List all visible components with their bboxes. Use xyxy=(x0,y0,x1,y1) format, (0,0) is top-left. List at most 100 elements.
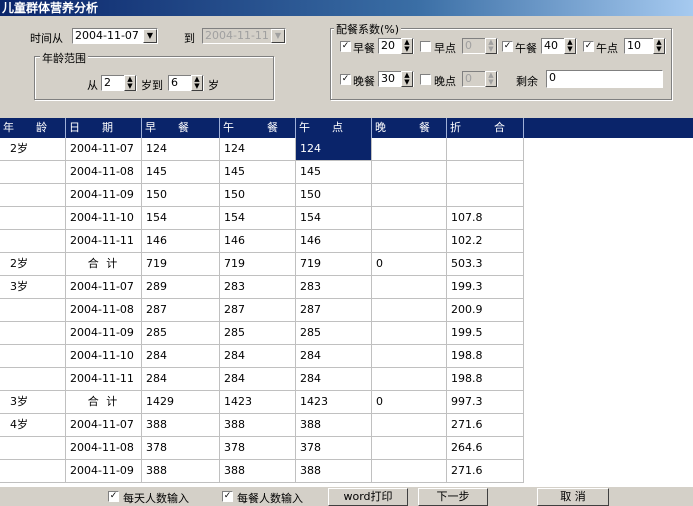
cell-lunch[interactable]: 124 xyxy=(220,138,296,161)
cell-age[interactable] xyxy=(0,184,66,207)
morning-snack-checkbox[interactable] xyxy=(420,41,431,52)
cell-afternoon-snack[interactable]: 388 xyxy=(296,414,372,437)
afternoon-snack-checkbox[interactable]: ✓ xyxy=(583,41,594,52)
cell-age[interactable] xyxy=(0,437,66,460)
cell-dinner[interactable] xyxy=(372,184,447,207)
cell-dinner[interactable] xyxy=(372,276,447,299)
cell-dinner[interactable] xyxy=(372,437,447,460)
cell-afternoon-snack[interactable]: 124 xyxy=(296,138,372,161)
cell-lunch[interactable]: 388 xyxy=(220,414,296,437)
cell-lunch[interactable]: 1423 xyxy=(220,391,296,414)
breakfast-spinner-icon[interactable]: ▲ ▼ xyxy=(401,38,413,54)
evening-snack-checkbox[interactable] xyxy=(420,74,431,85)
column-header-afternoon-snack[interactable]: 午 点 xyxy=(296,118,372,138)
cell-total[interactable]: 102.2 xyxy=(447,230,524,253)
dinner-spinner-icon[interactable]: ▲ ▼ xyxy=(401,71,413,87)
cell-breakfast[interactable]: 150 xyxy=(142,184,220,207)
cell-total[interactable]: 107.8 xyxy=(447,207,524,230)
cell-afternoon-snack[interactable]: 284 xyxy=(296,368,372,391)
cell-date[interactable]: 2004-11-08 xyxy=(66,299,142,322)
cell-date[interactable]: 2004-11-11 xyxy=(66,230,142,253)
cell-dinner[interactable] xyxy=(372,138,447,161)
cell-afternoon-snack[interactable]: 145 xyxy=(296,161,372,184)
cell-afternoon-snack[interactable]: 146 xyxy=(296,230,372,253)
cell-date[interactable]: 2004-11-11 xyxy=(66,368,142,391)
cell-afternoon-snack[interactable]: 285 xyxy=(296,322,372,345)
column-header-breakfast[interactable]: 早 餐 xyxy=(142,118,220,138)
cell-total[interactable]: 198.8 xyxy=(447,345,524,368)
cell-dinner[interactable] xyxy=(372,414,447,437)
cell-age[interactable] xyxy=(0,345,66,368)
evening-snack-spinner-icon[interactable]: ▲ ▼ xyxy=(485,71,497,87)
cell-total[interactable]: 199.5 xyxy=(447,322,524,345)
cancel-button[interactable]: 取 消 xyxy=(537,488,609,506)
cell-afternoon-snack[interactable]: 287 xyxy=(296,299,372,322)
cell-afternoon-snack[interactable]: 1423 xyxy=(296,391,372,414)
cell-lunch[interactable]: 287 xyxy=(220,299,296,322)
cell-date[interactable]: 2004-11-09 xyxy=(66,322,142,345)
age-to-spinner-icon[interactable]: ▲ ▼ xyxy=(191,75,203,91)
breakfast-checkbox[interactable]: ✓ xyxy=(340,41,351,52)
cell-date[interactable]: 2004-11-08 xyxy=(66,437,142,460)
cell-breakfast[interactable]: 289 xyxy=(142,276,220,299)
column-header-date[interactable]: 日 期 xyxy=(66,118,142,138)
cell-dinner[interactable] xyxy=(372,368,447,391)
cell-breakfast[interactable]: 378 xyxy=(142,437,220,460)
cell-total[interactable]: 200.9 xyxy=(447,299,524,322)
cell-date[interactable]: 2004-11-09 xyxy=(66,460,142,483)
cell-age[interactable]: 2岁 xyxy=(0,253,66,276)
next-step-button[interactable]: 下一步 xyxy=(418,488,488,506)
dinner-checkbox[interactable]: ✓ xyxy=(340,74,351,85)
cell-lunch[interactable]: 285 xyxy=(220,322,296,345)
cell-age[interactable] xyxy=(0,230,66,253)
cell-breakfast[interactable]: 719 xyxy=(142,253,220,276)
cell-date[interactable]: 2004-11-07 xyxy=(66,276,142,299)
cell-total[interactable]: 264.6 xyxy=(447,437,524,460)
meal-input-checkbox[interactable]: ✓ xyxy=(222,491,233,502)
cell-age[interactable]: 3岁 xyxy=(0,276,66,299)
cell-breakfast[interactable]: 287 xyxy=(142,299,220,322)
cell-age[interactable] xyxy=(0,322,66,345)
cell-breakfast[interactable]: 146 xyxy=(142,230,220,253)
cell-breakfast[interactable]: 154 xyxy=(142,207,220,230)
cell-dinner[interactable]: 0 xyxy=(372,253,447,276)
cell-lunch[interactable]: 145 xyxy=(220,161,296,184)
cell-lunch[interactable]: 284 xyxy=(220,368,296,391)
nutrition-grid[interactable]: 年 龄 日 期 早 餐 午 餐 午 点 晚 餐 折 合 2岁 2004-11-07… xyxy=(0,118,693,486)
cell-date[interactable]: 2004-11-10 xyxy=(66,345,142,368)
cell-age[interactable]: 2岁 xyxy=(0,138,66,161)
cell-total[interactable] xyxy=(447,138,524,161)
cell-date[interactable]: 合 计 xyxy=(66,391,142,414)
cell-date[interactable]: 合 计 xyxy=(66,253,142,276)
cell-age[interactable] xyxy=(0,368,66,391)
cell-lunch[interactable]: 146 xyxy=(220,230,296,253)
cell-age[interactable]: 4岁 xyxy=(0,414,66,437)
age-from-spinner-icon[interactable]: ▲ ▼ xyxy=(124,75,136,91)
cell-breakfast[interactable]: 285 xyxy=(142,322,220,345)
cell-dinner[interactable] xyxy=(372,230,447,253)
cell-age[interactable]: 3岁 xyxy=(0,391,66,414)
column-header-dinner[interactable]: 晚 餐 xyxy=(372,118,447,138)
cell-total[interactable]: 198.8 xyxy=(447,368,524,391)
cell-total[interactable]: 199.3 xyxy=(447,276,524,299)
date-from-dropdown-icon[interactable]: ▼ xyxy=(143,29,157,43)
cell-afternoon-snack[interactable]: 388 xyxy=(296,460,372,483)
cell-breakfast[interactable]: 284 xyxy=(142,345,220,368)
cell-dinner[interactable] xyxy=(372,460,447,483)
cell-lunch[interactable]: 378 xyxy=(220,437,296,460)
cell-date[interactable]: 2004-11-07 xyxy=(66,414,142,437)
cell-breakfast[interactable]: 124 xyxy=(142,138,220,161)
cell-date[interactable]: 2004-11-08 xyxy=(66,161,142,184)
cell-dinner[interactable] xyxy=(372,322,447,345)
lunch-checkbox[interactable]: ✓ xyxy=(502,41,513,52)
cell-afternoon-snack[interactable]: 378 xyxy=(296,437,372,460)
cell-breakfast[interactable]: 145 xyxy=(142,161,220,184)
cell-date[interactable]: 2004-11-09 xyxy=(66,184,142,207)
cell-total[interactable] xyxy=(447,161,524,184)
cell-lunch[interactable]: 284 xyxy=(220,345,296,368)
cell-lunch[interactable]: 719 xyxy=(220,253,296,276)
cell-age[interactable] xyxy=(0,460,66,483)
cell-lunch[interactable]: 388 xyxy=(220,460,296,483)
cell-afternoon-snack[interactable]: 719 xyxy=(296,253,372,276)
cell-total[interactable]: 271.6 xyxy=(447,414,524,437)
